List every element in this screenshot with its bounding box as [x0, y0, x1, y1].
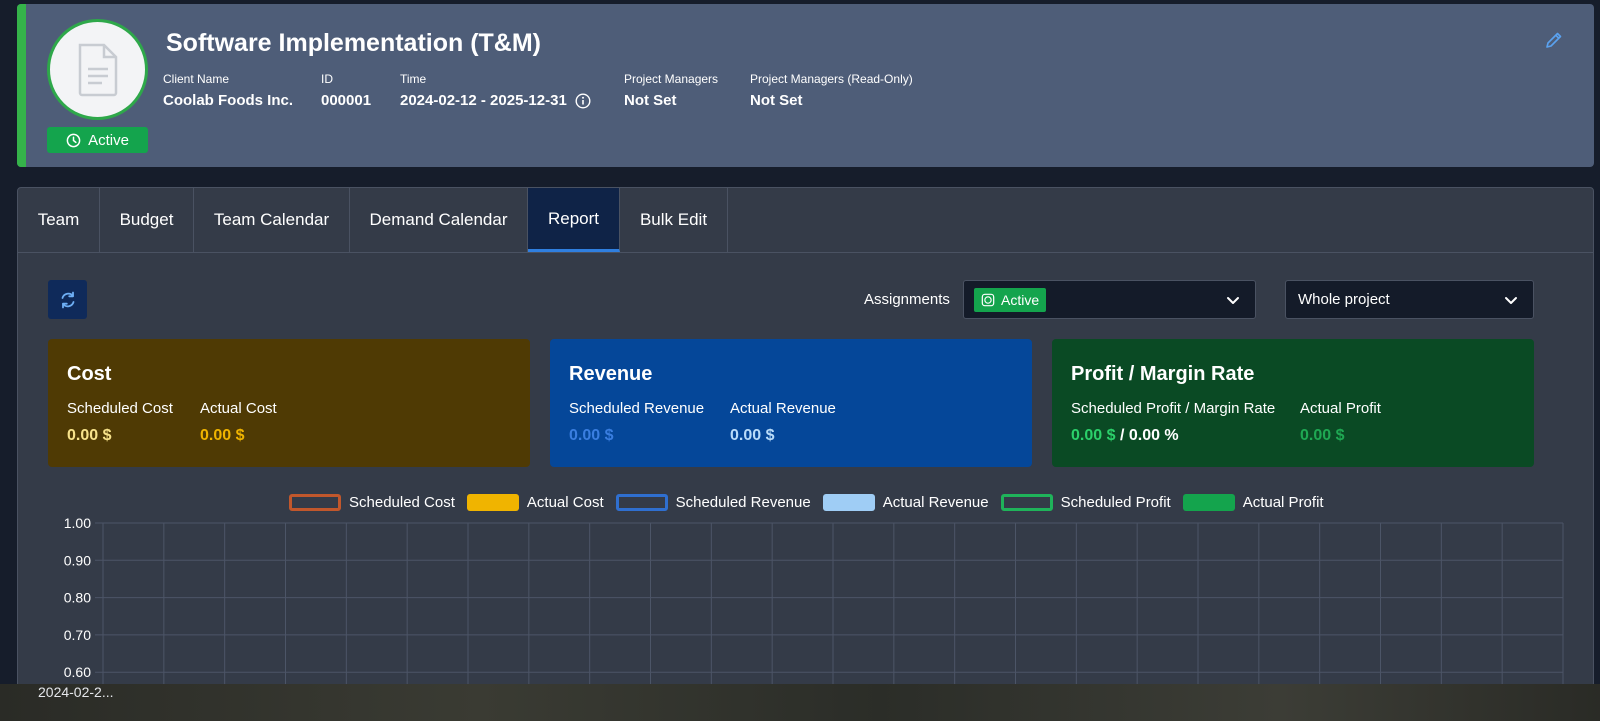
- legend-label: Scheduled Profit: [1060, 494, 1171, 511]
- info-icon[interactable]: [575, 92, 591, 109]
- scheduled-revenue-value: 0.00 $: [569, 427, 614, 444]
- tab-bar: Team Budget Team Calendar Demand Calenda…: [18, 188, 1593, 253]
- tab-team[interactable]: Team: [18, 188, 100, 252]
- report-panel: Team Budget Team Calendar Demand Calenda…: [17, 187, 1594, 721]
- clock-icon: [981, 293, 995, 306]
- tab-bulk-edit[interactable]: Bulk Edit: [620, 188, 728, 252]
- scheduled-margin-rate: 0.00 %: [1128, 427, 1179, 444]
- profit-card-title: Profit / Margin Rate: [1071, 363, 1255, 385]
- legend-swatch: [822, 494, 875, 511]
- meta-time: Time 2024-02-12 - 2025-12-31: [400, 72, 591, 109]
- legend-swatch: [289, 494, 341, 511]
- actual-profit-label: Actual Profit: [1300, 400, 1381, 417]
- legend-label: Scheduled Cost: [349, 494, 455, 511]
- chip-label: Active: [1001, 291, 1040, 308]
- legend-item-scheduled-revenue[interactable]: Scheduled Revenue: [615, 494, 811, 511]
- chart-legend: Scheduled Cost Actual Cost Scheduled Rev…: [289, 494, 1326, 511]
- legend-item-scheduled-profit[interactable]: Scheduled Profit: [1000, 494, 1171, 511]
- scheduled-revenue-label: Scheduled Revenue: [569, 400, 705, 417]
- refresh-icon: [61, 291, 74, 308]
- meta-value: Not Set: [750, 92, 803, 109]
- revenue-card: Revenue Scheduled Revenue 0.00 $ Actual …: [550, 339, 1032, 467]
- assignments-select[interactable]: Active: [963, 280, 1256, 319]
- legend-label: Actual Revenue: [882, 494, 989, 511]
- tab-demand-calendar[interactable]: Demand Calendar: [350, 188, 528, 252]
- meta-client: Client Name Coolab Foods Inc.: [163, 72, 293, 109]
- y-tick-label: 0.70: [64, 627, 91, 643]
- refresh-button[interactable]: [48, 280, 87, 319]
- period-select[interactable]: Whole project: [1285, 280, 1534, 319]
- tab-report[interactable]: Report: [528, 188, 620, 252]
- profit-card: Profit / Margin Rate Scheduled Profit / …: [1052, 339, 1534, 467]
- project-avatar: [47, 19, 148, 120]
- status-accent-bar: [17, 4, 26, 167]
- clock-icon: [66, 133, 81, 147]
- status-badge: Active: [47, 127, 148, 153]
- legend-item-actual-revenue[interactable]: Actual Revenue: [822, 494, 989, 511]
- period-select-value: Whole project: [1298, 291, 1390, 308]
- legend-item-actual-profit[interactable]: Actual Profit: [1182, 494, 1324, 511]
- legend-swatch: [1182, 494, 1235, 511]
- chevron-down-icon: [1505, 297, 1517, 304]
- actual-cost-value: 0.00 $: [200, 427, 245, 444]
- meta-label: Project Managers: [624, 72, 719, 86]
- actual-revenue-value: 0.00 $: [730, 427, 775, 444]
- scheduled-profit-value-group: 0.00 $ / 0.00 %: [1071, 427, 1272, 445]
- y-tick-label: 0.80: [64, 590, 91, 606]
- y-tick-label: 0.90: [64, 552, 91, 568]
- meta-label: Client Name: [163, 72, 230, 86]
- profit-separator: /: [1119, 427, 1125, 444]
- scheduled-cost-value: 0.00 $: [67, 427, 112, 444]
- meta-project-managers-readonly: Project Managers (Read-Only) Not Set: [750, 72, 913, 109]
- status-badge-label: Active: [88, 131, 129, 149]
- scheduled-cost-label: Scheduled Cost: [67, 400, 173, 417]
- legend-swatch: [1000, 494, 1053, 511]
- actual-profit-value: 0.00 $: [1300, 427, 1345, 444]
- edit-pencil-icon[interactable]: [1544, 30, 1564, 50]
- actual-cost-label: Actual Cost: [200, 400, 277, 417]
- meta-value: 000001: [321, 92, 372, 109]
- meta-id: ID 000001: [321, 72, 371, 109]
- tab-team-calendar[interactable]: Team Calendar: [194, 188, 350, 252]
- x-axis-first-tick: 2024-02-2...: [38, 684, 114, 700]
- app-root: Active Software Implementation (T&M) Cli…: [0, 0, 1600, 721]
- chevron-down-icon: [1227, 297, 1239, 304]
- scheduled-profit-value: 0.00 $: [1071, 427, 1116, 444]
- meta-value: Not Set: [624, 92, 677, 109]
- bottom-strip: 2024-02-2...: [0, 684, 1600, 721]
- meta-value: 2024-02-12 - 2025-12-31: [400, 92, 591, 109]
- legend-label: Actual Profit: [1242, 494, 1324, 511]
- project-header: Active Software Implementation (T&M) Cli…: [17, 4, 1594, 167]
- meta-project-managers: Project Managers Not Set: [624, 72, 718, 109]
- cost-card: Cost Scheduled Cost 0.00 $ Actual Cost 0…: [48, 339, 530, 467]
- assignments-label: Assignments: [864, 291, 950, 308]
- meta-label: Time: [400, 72, 427, 86]
- legend-item-scheduled-cost[interactable]: Scheduled Cost: [289, 494, 455, 511]
- y-tick-label: 1.00: [64, 515, 91, 531]
- project-title: Software Implementation (T&M): [166, 29, 542, 57]
- legend-swatch: [466, 494, 519, 511]
- tab-budget[interactable]: Budget: [100, 188, 194, 252]
- meta-value: Coolab Foods Inc.: [163, 92, 293, 109]
- legend-label: Actual Cost: [526, 494, 604, 511]
- legend-label: Scheduled Revenue: [675, 494, 811, 511]
- cost-card-title: Cost: [67, 363, 112, 385]
- document-icon: [78, 43, 117, 96]
- scheduled-profit-label: Scheduled Profit / Margin Rate: [1071, 400, 1276, 417]
- meta-label: Project Managers (Read-Only): [750, 72, 913, 86]
- revenue-card-title: Revenue: [569, 363, 653, 385]
- legend-swatch: [615, 494, 668, 511]
- active-filter-chip[interactable]: Active: [974, 287, 1047, 312]
- meta-label: ID: [321, 72, 333, 86]
- y-tick-label: 0.60: [64, 664, 91, 680]
- legend-item-actual-cost[interactable]: Actual Cost: [466, 494, 604, 511]
- actual-revenue-label: Actual Revenue: [730, 400, 836, 417]
